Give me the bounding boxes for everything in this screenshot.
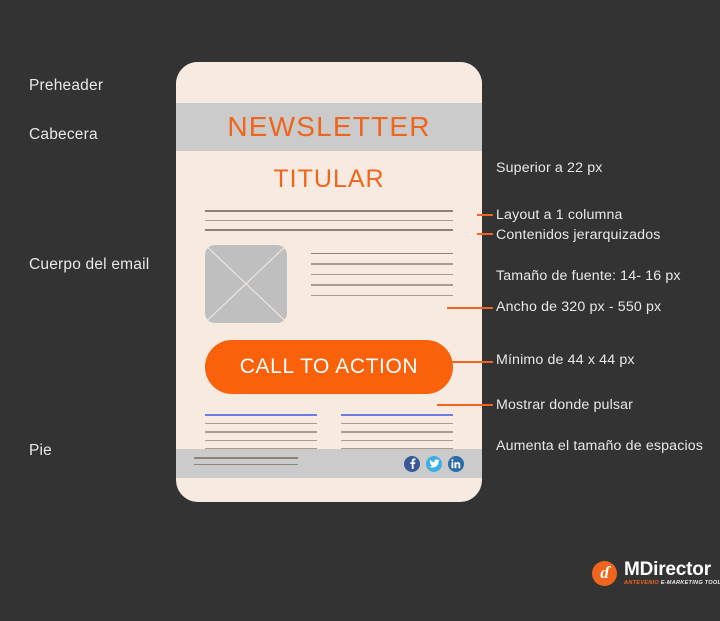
body-text-column [311, 245, 453, 323]
footer-legal-lines [194, 457, 298, 470]
text-line [341, 431, 453, 433]
connector-line-mostrar [437, 404, 493, 406]
text-line [205, 219, 453, 221]
body-content-row [176, 239, 482, 323]
text-line [205, 229, 453, 231]
annotation-mostrar-donde-pulsar: Mostrar donde pulsar [496, 397, 634, 413]
mdirector-logo-icon: ɗ [592, 560, 617, 586]
mockup-header-band: NEWSLETTER [176, 103, 482, 151]
text-line [311, 294, 453, 296]
facebook-icon[interactable] [404, 455, 420, 472]
mockup-preheader-band [176, 62, 482, 103]
text-line [311, 284, 453, 286]
mdirector-logo-text: MDirector ANTEVENIO E-MARKETING TOOL [624, 560, 720, 587]
connector-line-layout [477, 214, 493, 216]
text-line [311, 252, 453, 254]
logo-tagline-rest: E-MARKETING TOOL [660, 580, 720, 586]
annotation-layout-1-columna: Layout a 1 columna [496, 207, 623, 223]
twitter-icon[interactable] [426, 455, 442, 472]
logo-tagline-accent: ANTEVENIO [624, 580, 659, 586]
call-to-action-button[interactable]: CALL TO ACTION [205, 339, 453, 394]
text-line [205, 422, 317, 425]
text-line [194, 463, 298, 465]
linkedin-icon[interactable] [448, 455, 464, 472]
mockup-footer-bar [176, 449, 482, 478]
text-line [341, 422, 453, 425]
section-label-cabecera: Cabecera [29, 126, 98, 143]
infographic-canvas: Preheader Cabecera Cuerpo del email Pie … [0, 0, 720, 621]
swoosh-glyph: ɗ [600, 562, 609, 582]
text-line [194, 457, 298, 459]
cta-area: CALL TO ACTION [176, 323, 482, 394]
annotation-minimo-44x44: Mínimo de 44 x 44 px [496, 352, 635, 368]
newsletter-heading: NEWSLETTER [227, 111, 431, 142]
section-label-preheader: Preheader [29, 77, 104, 94]
section-label-cuerpo-del-email: Cuerpo del email [29, 256, 150, 273]
text-line [311, 273, 453, 275]
annotation-superior-a-22px: Superior a 22 px [496, 160, 603, 176]
annotation-contenidos-jerarquizados: Contenidos jerarquizados [496, 227, 661, 243]
intro-text-lines [176, 210, 482, 231]
text-line [205, 210, 453, 212]
connector-line-minimo [452, 361, 493, 363]
footer-text-columns [176, 394, 482, 457]
mockup-titular-area: TITULAR [176, 151, 482, 207]
link-line[interactable] [205, 413, 317, 416]
text-line [311, 263, 453, 265]
text-line [341, 439, 453, 442]
logo-tagline: ANTEVENIO E-MARKETING TOOL [624, 580, 720, 587]
text-line [205, 439, 317, 442]
connector-line-contenidos [477, 233, 493, 235]
link-line[interactable] [341, 413, 453, 416]
section-label-pie: Pie [29, 442, 53, 459]
mdirector-logo: ɗ MDirector ANTEVENIO E-MARKETING TOOL [592, 560, 720, 587]
annotation-aumenta-espacios: Aumenta el tamaño de espacios [496, 438, 704, 454]
connector-line-ancho [447, 307, 493, 309]
social-icons-group [404, 455, 464, 472]
logo-brand-name: MDirector [624, 559, 711, 580]
annotation-ancho: Ancho de 320 px - 550 px [496, 299, 662, 315]
annotation-tamano-fuente: Tamaño de fuente: 14- 16 px [496, 268, 681, 284]
email-mockup: NEWSLETTER TITULAR CALL TO ACTION [176, 62, 482, 502]
image-placeholder-icon [204, 244, 288, 323]
titular-heading: TITULAR [273, 164, 385, 193]
text-line [205, 431, 317, 433]
